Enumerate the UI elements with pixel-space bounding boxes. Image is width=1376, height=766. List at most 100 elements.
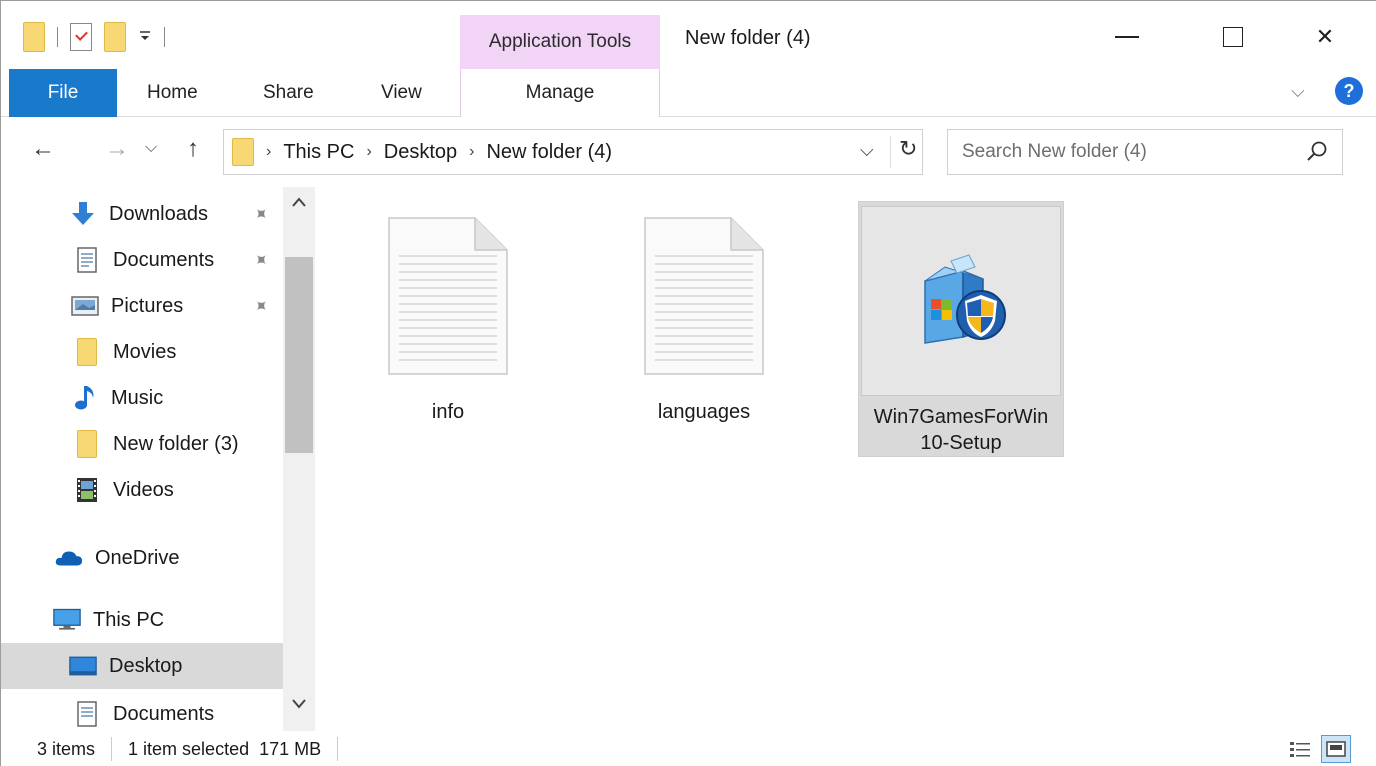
selection-status: 1 item selected: [128, 738, 250, 759]
video-icon: [73, 476, 101, 504]
file-name: languages: [657, 401, 751, 423]
status-bar: 3 items 1 item selected 171 MB: [1, 731, 1376, 766]
folder-icon: [73, 338, 101, 366]
document-icon: [73, 700, 101, 728]
file-name: info: [431, 401, 465, 423]
item-count: 3 items: [37, 738, 96, 759]
minimize-icon: [1115, 36, 1139, 38]
file-item-info[interactable]: info: [345, 201, 551, 457]
address-dropdown-icon[interactable]: ⌵: [860, 140, 874, 161]
folder-icon: [232, 138, 254, 166]
folder-icon: [73, 430, 101, 458]
maximize-button[interactable]: [1187, 15, 1279, 59]
breadcrumb-current-folder[interactable]: New folder (4): [486, 141, 612, 164]
nav-item-label: Documents: [113, 248, 215, 271]
text-file-icon: [348, 201, 548, 391]
qat-divider: [57, 27, 58, 47]
navigation-pane: Downloads ✦ Documents ✦ Pictures ✦ Movie…: [1, 187, 315, 731]
navigation-scrollbar[interactable]: [283, 187, 315, 731]
file-list[interactable]: info languages Win7GamesForWin10-Setup: [315, 187, 1376, 731]
nav-item-label: OneDrive: [95, 546, 180, 569]
picture-icon: [71, 292, 99, 320]
status-divider: [111, 737, 113, 761]
scroll-thumb[interactable]: [285, 257, 313, 453]
nav-item-this-pc[interactable]: This PC: [1, 597, 283, 643]
details-view-icon: [1290, 742, 1310, 757]
nav-item-new-folder-3[interactable]: New folder (3): [1, 421, 283, 467]
application-tools-tab: Application Tools: [460, 15, 660, 69]
pin-icon[interactable]: ✦: [248, 201, 273, 227]
large-icons-view-button[interactable]: [1321, 735, 1351, 763]
explorer-window: Application Tools New folder (4) ✕ File …: [0, 0, 1376, 766]
breadcrumb-separator[interactable]: ›: [266, 143, 271, 161]
scroll-down-icon[interactable]: [291, 697, 307, 715]
nav-item-pictures[interactable]: Pictures ✦: [1, 283, 283, 329]
nav-item-label: Documents: [113, 702, 215, 725]
maximize-icon: [1223, 27, 1243, 47]
nav-item-label: Downloads: [109, 202, 208, 225]
nav-item-label: New folder (3): [113, 432, 239, 455]
close-button[interactable]: ✕: [1279, 15, 1371, 59]
minimize-button[interactable]: [1081, 15, 1173, 59]
file-item-win7games-setup[interactable]: Win7GamesForWin10-Setup: [858, 201, 1064, 457]
pin-icon[interactable]: ✦: [248, 293, 273, 319]
ribbon-tabs: File Home Share View Manage ⌵ ?: [1, 69, 1376, 117]
qat-divider: [164, 27, 165, 47]
breadcrumb-this-pc[interactable]: This PC: [283, 141, 354, 164]
details-view-button[interactable]: [1285, 735, 1315, 763]
title-bar: Application Tools New folder (4) ✕: [1, 1, 1376, 69]
refresh-icon[interactable]: ↻: [890, 136, 917, 168]
recent-locations-icon[interactable]: ⌵: [145, 139, 157, 157]
tab-view[interactable]: View: [381, 69, 422, 117]
nav-item-desktop[interactable]: Desktop: [1, 643, 283, 689]
computer-icon: [53, 606, 81, 634]
forward-button[interactable]: →: [105, 135, 129, 163]
new-folder-icon[interactable]: [104, 22, 126, 52]
quick-access-toolbar: [23, 19, 165, 55]
nav-item-label: Videos: [113, 478, 174, 501]
up-button[interactable]: ↑: [187, 135, 199, 163]
search-icon[interactable]: [1304, 139, 1330, 165]
pin-icon[interactable]: ✦: [248, 247, 273, 273]
breadcrumb-desktop[interactable]: Desktop: [384, 141, 457, 164]
search-box[interactable]: [947, 129, 1343, 175]
scroll-up-icon[interactable]: [291, 195, 307, 213]
installer-icon: [861, 206, 1061, 396]
download-icon: [69, 200, 97, 228]
nav-item-downloads[interactable]: Downloads ✦: [1, 191, 283, 237]
large-icons-view-icon: [1326, 741, 1346, 757]
nav-item-label: Music: [111, 386, 164, 409]
close-icon: ✕: [1315, 24, 1335, 49]
music-icon: [71, 384, 99, 412]
expand-ribbon-icon[interactable]: ⌵: [1291, 81, 1305, 102]
address-row: ← → ⌵ ↑ › This PC › Desktop › New folder…: [1, 117, 1376, 187]
nav-item-videos[interactable]: Videos: [1, 467, 283, 513]
tab-manage[interactable]: Manage: [460, 69, 660, 117]
address-bar[interactable]: › This PC › Desktop › New folder (4) ⌵ ↻: [223, 129, 923, 175]
back-button[interactable]: ←: [31, 135, 55, 163]
breadcrumb-separator[interactable]: ›: [366, 143, 371, 161]
folder-icon[interactable]: [23, 22, 45, 52]
tab-home[interactable]: Home: [147, 69, 198, 117]
nav-item-documents-2[interactable]: Documents: [1, 691, 283, 731]
nav-item-music[interactable]: Music: [1, 375, 283, 421]
nav-item-onedrive[interactable]: OneDrive: [1, 535, 283, 581]
help-icon[interactable]: ?: [1335, 77, 1363, 105]
selection-size: 171 MB: [259, 738, 322, 759]
tab-share[interactable]: Share: [263, 69, 314, 117]
nav-item-label: Movies: [113, 340, 177, 363]
nav-item-label: Desktop: [109, 654, 183, 677]
window-title: New folder (4): [685, 27, 811, 49]
search-input[interactable]: [962, 138, 1282, 166]
properties-icon[interactable]: [70, 23, 92, 51]
qat-customize-icon[interactable]: [138, 28, 152, 47]
status-divider: [337, 737, 339, 761]
tab-file[interactable]: File: [9, 69, 117, 117]
desktop-icon: [69, 652, 97, 680]
breadcrumb-separator[interactable]: ›: [469, 143, 474, 161]
file-item-languages[interactable]: languages: [601, 201, 807, 457]
document-icon: [73, 246, 101, 274]
nav-item-movies[interactable]: Movies: [1, 329, 283, 375]
nav-item-documents[interactable]: Documents ✦: [1, 237, 283, 283]
nav-item-label: Pictures: [111, 294, 184, 317]
